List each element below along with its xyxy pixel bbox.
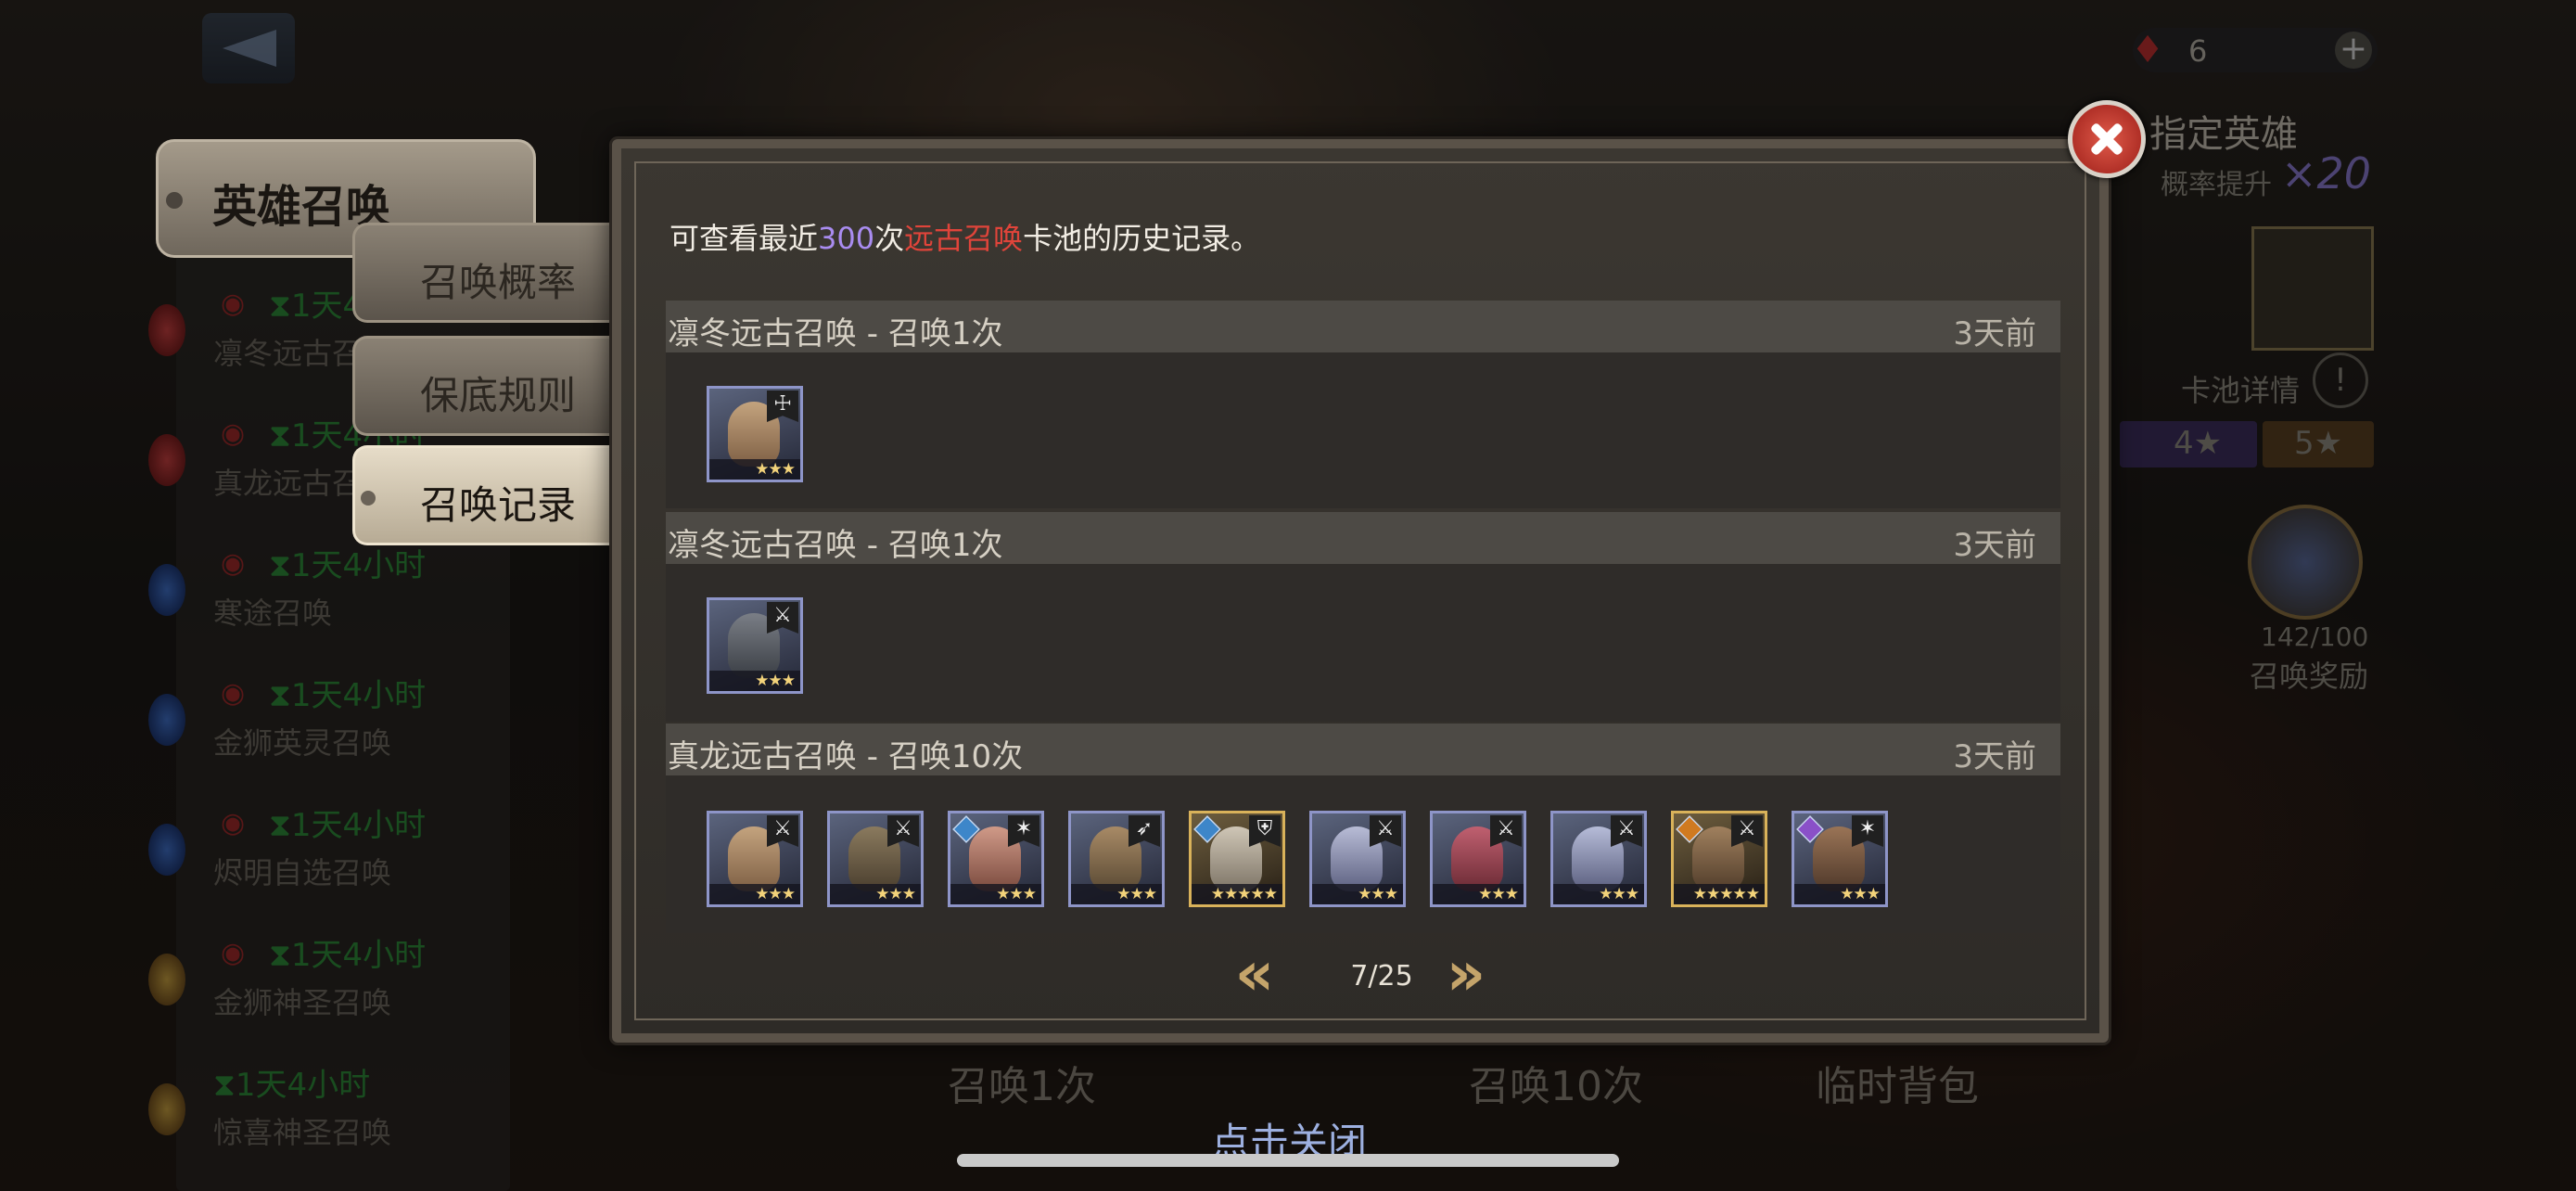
staff-class-icon: ✶ <box>1852 815 1883 847</box>
hero-stars: ★★★ <box>709 459 800 480</box>
page-indicator: 7/25 <box>1350 960 1413 992</box>
hero-card[interactable]: ⚔ ★★★ <box>827 811 924 907</box>
sword-class-icon: ⚔ <box>1731 815 1763 847</box>
record-time: 3天前 <box>1953 527 2036 564</box>
pool-name: 远古召唤 <box>904 221 1024 256</box>
history-count: 300 <box>818 221 875 256</box>
hero-stars: ★★★ <box>950 884 1041 904</box>
hero-card[interactable]: ⚔ ★★★ <box>707 811 803 907</box>
tab-pity-rules[interactable]: 保底规则 <box>352 336 610 436</box>
hero-stars: ★★★ <box>1312 884 1403 904</box>
record-time: 3天前 <box>1953 315 2036 352</box>
hero-card[interactable]: ⚔ ★★★★★ <box>1671 811 1767 907</box>
record-body: ⚔ ★★★ ⚔ ★★★ ✶ ★★★ ➶ ★★★ ⛨ ★★★★★ ⚔ ★★★ ⚔ ★★★ ⚔ ★★… <box>666 775 2060 933</box>
shield-class-icon: ⛨ <box>1249 815 1281 847</box>
sword-class-icon: ⚔ <box>1611 815 1642 847</box>
hero-stars: ★★★ <box>1071 884 1162 904</box>
tab-summon-history[interactable]: 召唤记录 <box>352 445 610 545</box>
sword-class-icon: ⚔ <box>767 602 798 634</box>
hero-stars: ★★★ <box>1553 884 1644 904</box>
hero-stars: ★★★ <box>1433 884 1524 904</box>
bow-class-icon: ➶ <box>1129 815 1160 847</box>
hero-card[interactable]: ✶ ★★★ <box>1792 811 1888 907</box>
history-intro: 可查看最近300次远古召唤卡池的历史记录。 <box>670 221 1261 256</box>
record-title: 真龙远古召唤 - 召唤10次 <box>668 738 1024 775</box>
hero-card[interactable]: ⚔ ★★★ <box>707 597 803 694</box>
hero-stars: ★★★★★ <box>1674 884 1765 904</box>
tab-label: 召唤概率 <box>420 260 577 305</box>
hero-stars: ★★★ <box>1794 884 1885 904</box>
hero-stars: ★★★★★ <box>1192 884 1282 904</box>
hero-card[interactable]: ⛨ ★★★★★ <box>1189 811 1285 907</box>
hero-card[interactable]: ⚔ ★★★ <box>1430 811 1526 907</box>
home-indicator[interactable] <box>957 1154 1619 1167</box>
record-title: 凛冬远古召唤 - 召唤1次 <box>668 527 1003 564</box>
hero-card[interactable]: ✶ ★★★ <box>948 811 1044 907</box>
sword-class-icon: ⚔ <box>1370 815 1401 847</box>
hero-stars: ★★★ <box>709 884 800 904</box>
double-chevron-right-icon[interactable]: » <box>1434 943 1498 1005</box>
tab-label: 保底规则 <box>420 373 577 418</box>
hero-card[interactable]: ⚔ ★★★ <box>1309 811 1406 907</box>
tab-label: 召唤记录 <box>420 482 577 528</box>
hero-card[interactable]: ☩ ★★★ <box>707 386 803 482</box>
record-body: ☩ ★★★ <box>666 352 2060 508</box>
hero-card[interactable]: ➶ ★★★ <box>1068 811 1165 907</box>
double-chevron-left-icon[interactable]: « <box>1222 943 1287 1005</box>
close-icon[interactable] <box>2068 100 2146 178</box>
record-body: ⚔ ★★★ <box>666 564 2060 722</box>
record-header: 真龙远古召唤 - 召唤10次 3天前 <box>666 724 2060 775</box>
hands-class-icon: ☩ <box>767 391 798 422</box>
sword-class-icon: ⚔ <box>887 815 919 847</box>
hero-card[interactable]: ⚔ ★★★ <box>1550 811 1647 907</box>
record-title: 凛冬远古召唤 - 召唤1次 <box>668 315 1003 352</box>
hero-stars: ★★★ <box>830 884 921 904</box>
sword-class-icon: ⚔ <box>767 815 798 847</box>
sword-class-icon: ⚔ <box>1490 815 1522 847</box>
game-screen: ♦ 6 + ◉ ⧗1天4小时 凛冬远古召唤 ◉ ⧗1天4小时 真龙远古召唤 ◉ … <box>0 0 2576 1191</box>
record-time: 3天前 <box>1953 738 2036 775</box>
record-header: 凛冬远古召唤 - 召唤1次 3天前 <box>666 512 2060 564</box>
record-header: 凛冬远古召唤 - 召唤1次 3天前 <box>666 301 2060 352</box>
staff-class-icon: ✶ <box>1008 815 1039 847</box>
tab-summon-rate[interactable]: 召唤概率 <box>352 223 610 323</box>
hero-stars: ★★★ <box>709 671 800 691</box>
